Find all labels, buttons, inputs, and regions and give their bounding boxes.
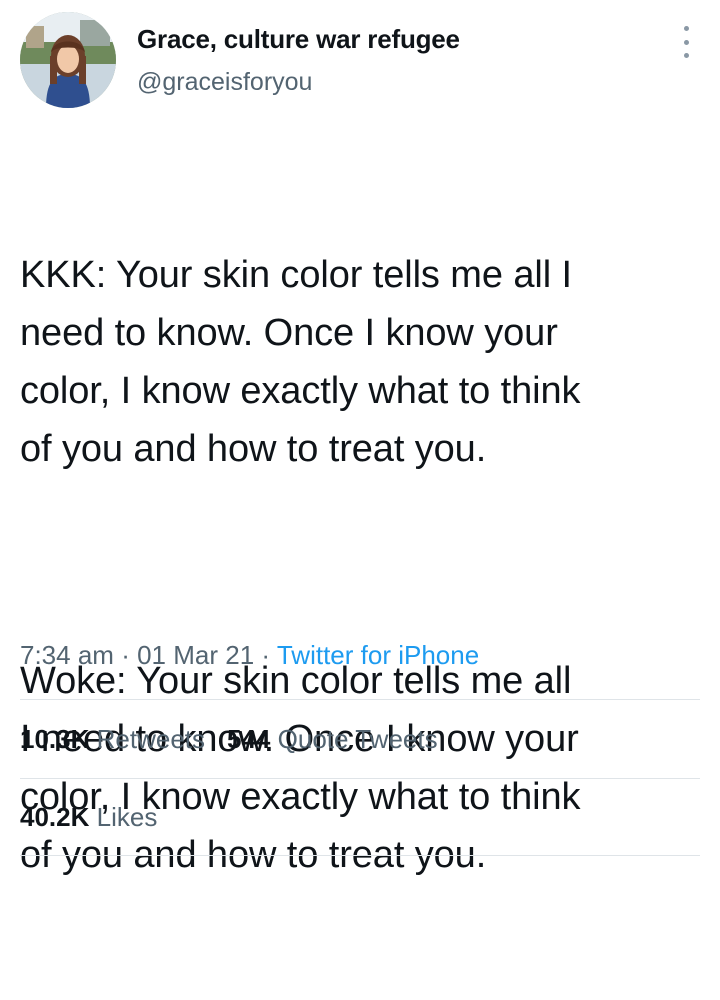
tweet-paragraph: Woke: Your skin color tells me all I nee… [20,660,581,876]
author-handle[interactable]: @graceisforyou [137,68,312,97]
likes-stats: 40.2K Likes [20,802,179,833]
likes-count: 40.2K [20,802,90,832]
dot [683,26,689,31]
separator: · [121,640,130,670]
more-options-icon[interactable] [676,26,696,58]
tweet-date[interactable]: 01 Mar 21 [137,640,254,670]
author-display-name[interactable]: Grace, culture war refugee [137,24,460,55]
tweet-time[interactable]: 7:34 am [20,640,114,670]
retweets-stat[interactable]: 10.3K Retweets [20,724,205,754]
quote-tweets-label: Quote Tweets [277,724,438,754]
tweet-text: KKK: Your skin color tells me all I need… [20,130,710,1000]
tweet-paragraph: KKK: Your skin color tells me all I need… [20,254,581,470]
retweets-label: Retweets [96,724,206,754]
likes-label: Likes [96,802,158,832]
quote-tweets-count: 544 [227,724,271,754]
quote-tweets-stat[interactable]: 544 Quote Tweets [227,724,438,754]
dot [683,53,689,58]
engagement-stats: 10.3K Retweets 544 Quote Tweets [20,724,460,755]
divider [20,855,700,856]
tweet-detail: Grace, culture war refugee @graceisforyo… [0,0,720,876]
tweet-source-link[interactable]: Twitter for iPhone [277,640,479,670]
dot [683,39,689,45]
retweets-count: 10.3K [20,724,90,754]
separator: · [261,640,271,670]
avatar[interactable] [20,12,116,108]
profile-photo-icon [20,12,116,108]
likes-stat[interactable]: 40.2K Likes [20,802,157,832]
divider [20,699,700,700]
divider [20,778,700,779]
tweet-metadata: 7:34 am · 01 Mar 21 · Twitter for iPhone [20,640,479,671]
